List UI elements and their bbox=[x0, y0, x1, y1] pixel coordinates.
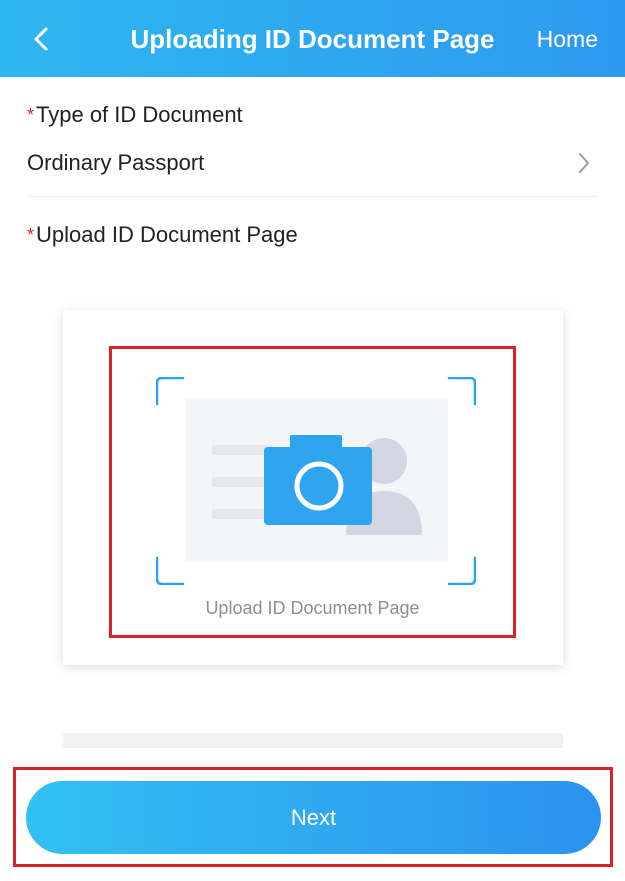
upload-illustration bbox=[156, 377, 476, 585]
required-mark: * bbox=[27, 225, 35, 245]
upload-card: Upload ID Document Page bbox=[63, 310, 563, 665]
required-mark: * bbox=[27, 105, 35, 125]
doc-type-label-row: *Type of ID Document bbox=[27, 100, 243, 130]
divider bbox=[27, 196, 598, 197]
progress-bar bbox=[63, 733, 563, 748]
upload-document-area[interactable]: Upload ID Document Page bbox=[109, 346, 516, 638]
home-link[interactable]: Home bbox=[537, 22, 598, 56]
back-button[interactable] bbox=[26, 22, 56, 56]
next-button[interactable]: Next bbox=[26, 781, 601, 854]
page-title: Uploading ID Document Page bbox=[130, 24, 495, 54]
doc-type-value: Ordinary Passport bbox=[27, 150, 205, 175]
next-button-highlight: Next bbox=[13, 767, 613, 867]
upload-label: Upload ID Document Page bbox=[36, 222, 298, 247]
upload-label-row: *Upload ID Document Page bbox=[27, 220, 298, 250]
upload-caption: Upload ID Document Page bbox=[205, 598, 420, 618]
doc-type-select[interactable]: Ordinary Passport bbox=[27, 143, 598, 183]
chevron-left-icon bbox=[34, 27, 48, 51]
chevron-right-icon bbox=[579, 153, 589, 173]
doc-type-label: Type of ID Document bbox=[36, 102, 243, 127]
top-nav-bar: Uploading ID Document Page Home bbox=[0, 0, 625, 77]
camera-icon bbox=[264, 435, 372, 525]
